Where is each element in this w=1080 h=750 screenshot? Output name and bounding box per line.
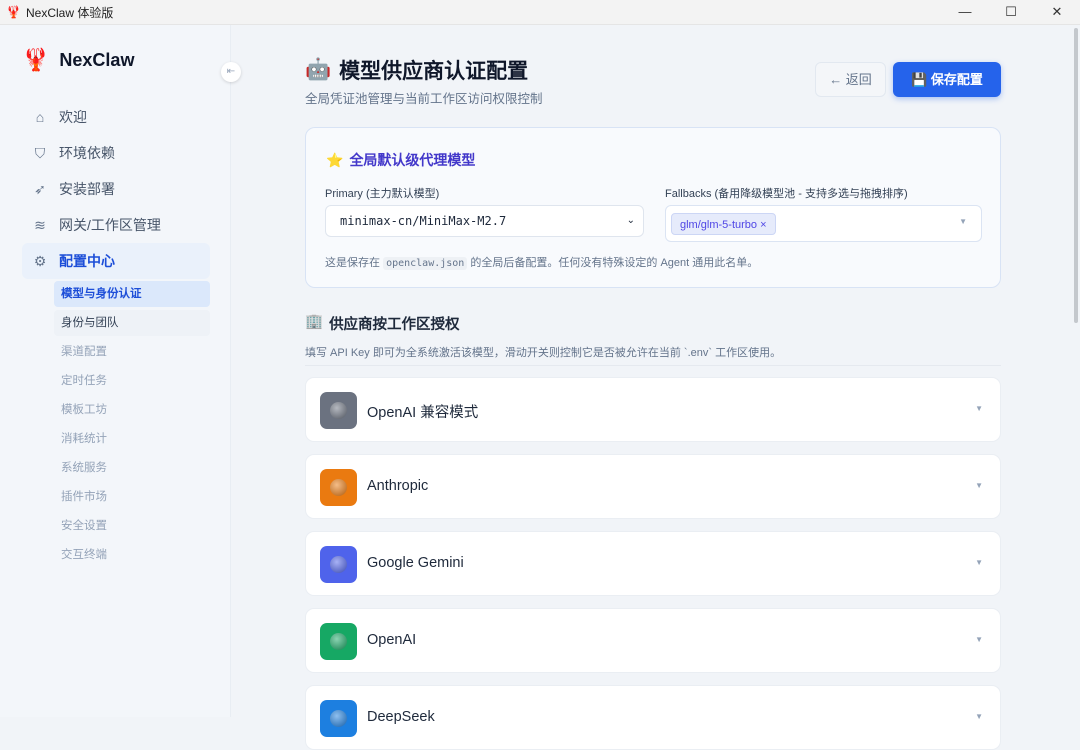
shield-check-icon: ⛉ (34, 144, 46, 161)
expand-arrow-icon[interactable]: ▼ (975, 635, 983, 644)
sidebar: 🦞 NexClaw ⌂ 欢迎 ⛉ 环境依赖 ➶ 安装部署 ≋ 网关/工作区管理 ⚙ 配置中心… (0, 25, 231, 717)
provider-logo-icon (320, 700, 357, 737)
note-text: 这是保存在 (325, 257, 380, 269)
provider-logo-icon (320, 546, 357, 583)
provider-name: OpenAI (367, 632, 417, 648)
page-title: 🤖 模型供应商认证配置 (305, 55, 528, 85)
sidebar-item-label: 配置中心 (59, 253, 115, 269)
close-button[interactable]: ✕ (1034, 4, 1080, 20)
title-bar: 🦞 NexClaw 体验版 — ☐ ✕ (0, 0, 1080, 25)
lobster-logo-icon: 🦞 (22, 47, 50, 72)
floppy-icon: 💾 (911, 72, 928, 87)
provider-name: DeepSeek (367, 709, 435, 725)
expand-arrow-icon[interactable]: ▼ (975, 481, 983, 490)
sidebar-item-label: 安装部署 (59, 181, 115, 197)
back-button[interactable]: ← 返回 (815, 62, 886, 97)
scrollbar[interactable] (1074, 28, 1078, 323)
submenu-usage[interactable]: 消耗统计 (54, 426, 210, 452)
provider-card[interactable]: Anthropic ▼ (305, 454, 1001, 519)
page-title-text: 模型供应商认证配置 (339, 60, 529, 83)
fallbacks-label: Fallbacks (备用降级模型池 - 支持多选与拖拽排序) (665, 188, 908, 200)
building-icon: 🏢 (305, 314, 324, 330)
expand-arrow-icon[interactable]: ▼ (975, 404, 983, 413)
rocket-icon: ➶ (34, 180, 46, 197)
note-code: openclaw.json (383, 257, 468, 270)
providers-section-title: 🏢 供应商按工作区授权 (305, 313, 460, 334)
provider-card[interactable]: OpenAI 兼容模式 ▼ (305, 377, 1001, 442)
submenu-terminal[interactable]: 交互终端 (54, 542, 210, 568)
section-title-text: 供应商按工作区授权 (329, 317, 460, 333)
divider (305, 365, 1001, 366)
submenu-services[interactable]: 系统服务 (54, 455, 210, 481)
minimize-button[interactable]: — (942, 4, 988, 20)
provider-name: Google Gemini (367, 555, 464, 571)
sidebar-item-install[interactable]: ➶ 安装部署 (22, 171, 210, 207)
provider-name: OpenAI 兼容模式 (367, 405, 479, 421)
primary-value: minimax-cn/MiniMax-M2.7 (340, 214, 507, 228)
config-note: 这是保存在 openclaw.json 的全局后备配置。任何没有特殊设定的 Ag… (325, 254, 758, 270)
fallbacks-multiselect[interactable]: glm/glm-5-turbo × ▼ (665, 205, 982, 242)
provider-name: Anthropic (367, 478, 429, 494)
window-title: NexClaw 体验版 (26, 5, 114, 20)
fallback-tag[interactable]: glm/glm-5-turbo × (671, 213, 776, 235)
sidebar-item-label: 欢迎 (59, 109, 87, 125)
chevron-down-icon: ⌄ (626, 215, 635, 226)
provider-logo-icon (320, 392, 357, 429)
sidebar-item-environment[interactable]: ⛉ 环境依赖 (22, 135, 210, 171)
provider-card[interactable]: Google Gemini ▼ (305, 531, 1001, 596)
submenu-models-auth[interactable]: 模型与身份认证 (54, 281, 210, 307)
config-submenu: 模型与身份认证 身份与团队 渠道配置 定时任务 模板工坊 消耗统计 系统服务 插… (54, 281, 210, 568)
note-text: 的全局后备配置。任何没有特殊设定的 Agent 通用此名单。 (470, 257, 759, 269)
robot-icon: 🤖 (305, 58, 332, 81)
primary-label: Primary (主力默认模型) (325, 188, 440, 200)
star-icon: ⭐ (326, 151, 344, 168)
submenu-plugins[interactable]: 插件市场 (54, 484, 210, 510)
sidebar-item-config-center[interactable]: ⚙ 配置中心 (22, 243, 210, 279)
brand: 🦞 NexClaw (22, 47, 134, 73)
default-model-card: ⭐ 全局默认级代理模型 Primary (主力默认模型) Fallbacks (备… (305, 127, 1001, 288)
gear-icon: ⚙ (33, 252, 47, 269)
collapse-sidebar-icon[interactable]: ⇤ (221, 62, 241, 82)
submenu-security[interactable]: 安全设置 (54, 513, 210, 539)
save-config-button[interactable]: 💾 保存配置 (893, 62, 1001, 97)
save-label: 保存配置 (930, 72, 983, 87)
sidebar-item-gateway[interactable]: ≋ 网关/工作区管理 (22, 207, 210, 243)
provider-card[interactable]: OpenAI ▼ (305, 608, 1001, 673)
layers-icon: ≋ (34, 216, 46, 233)
provider-logo-icon (320, 469, 357, 506)
submenu-identity-team[interactable]: 身份与团队 (54, 310, 210, 336)
provider-logo-icon (320, 623, 357, 660)
brand-name: NexClaw (59, 49, 135, 70)
submenu-cron[interactable]: 定时任务 (54, 368, 210, 394)
primary-model-select[interactable]: minimax-cn/MiniMax-M2.7 ⌄ (325, 205, 644, 237)
provider-card[interactable]: DeepSeek ▼ (305, 685, 1001, 750)
card-title: 全局默认级代理模型 (349, 152, 476, 168)
app-logo-icon: 🦞 (6, 5, 21, 19)
page-subtitle: 全局凭证池管理与当前工作区访问权限控制 (305, 92, 543, 106)
sidebar-item-welcome[interactable]: ⌂ 欢迎 (22, 99, 210, 135)
sidebar-item-label: 网关/工作区管理 (59, 217, 161, 233)
providers-section-subtitle: 填写 API Key 即可为全系统激活该模型，滑动开关则控制它是否被允许在当前 … (305, 347, 782, 359)
expand-arrow-icon[interactable]: ▼ (975, 558, 983, 567)
submenu-channels[interactable]: 渠道配置 (54, 339, 210, 365)
maximize-button[interactable]: ☐ (988, 4, 1034, 20)
submenu-templates[interactable]: 模板工坊 (54, 397, 210, 423)
sidebar-nav: ⌂ 欢迎 ⛉ 环境依赖 ➶ 安装部署 ≋ 网关/工作区管理 ⚙ 配置中心 模型与身份认证 … (22, 99, 210, 571)
dropdown-arrow-icon: ▼ (959, 217, 967, 226)
home-icon: ⌂ (35, 109, 45, 125)
sidebar-item-label: 环境依赖 (59, 145, 115, 161)
